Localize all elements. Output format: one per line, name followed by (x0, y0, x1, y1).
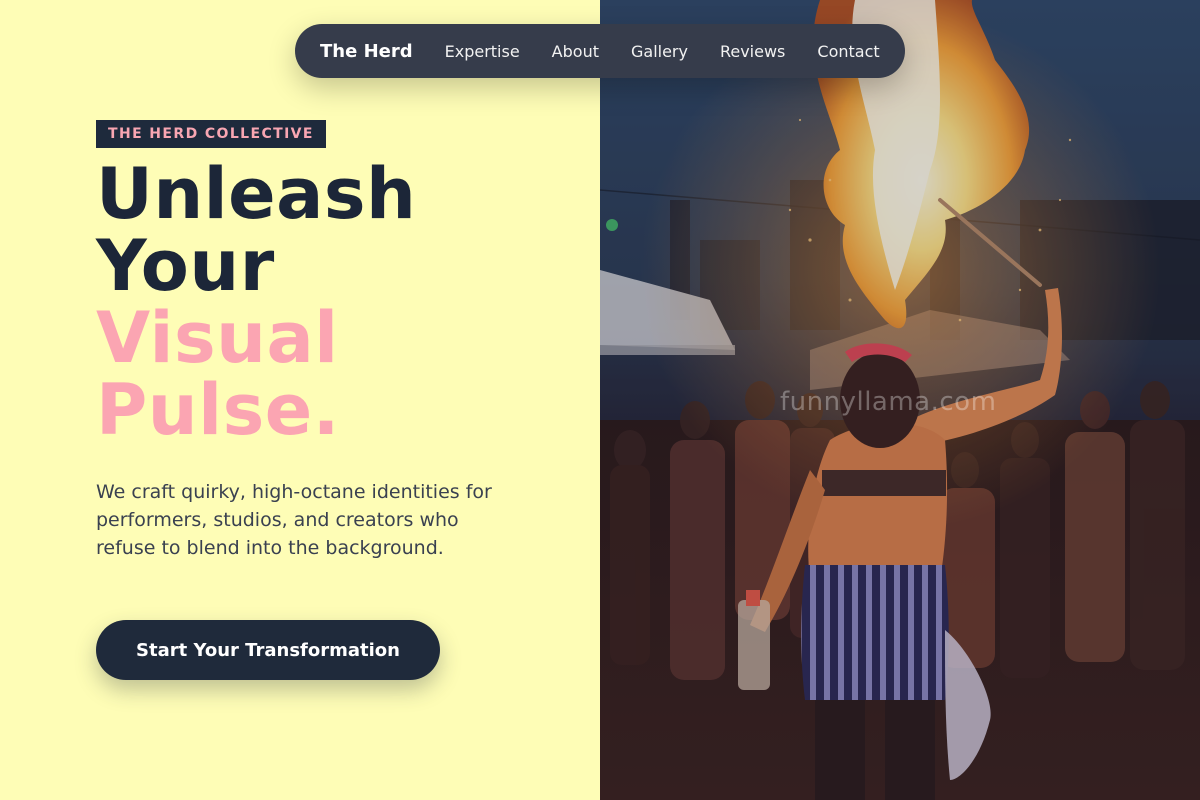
brand-logo-link[interactable]: The Herd (320, 41, 413, 62)
headline-accent-line-2: Pulse. (96, 369, 340, 451)
nav-link-gallery[interactable]: Gallery (631, 42, 688, 61)
headline-line-1: Unleash (96, 153, 417, 235)
image-watermark: funnyllama.com (780, 387, 997, 417)
start-transformation-button[interactable]: Start Your Transformation (96, 620, 440, 680)
hero-subtext: We craft quirky, high-octane identities … (96, 481, 492, 559)
headline-line-2: Your (96, 225, 275, 307)
nav-link-contact[interactable]: Contact (817, 42, 879, 61)
eyebrow-label: THE HERD COLLECTIVE (96, 120, 326, 148)
nav-link-about[interactable]: About (552, 42, 599, 61)
headline-accent-line-1: Visual (96, 297, 339, 379)
nav-link-reviews[interactable]: Reviews (720, 42, 785, 61)
page: THE HERD COLLECTIVE Unleash Your Visual … (0, 0, 1200, 800)
top-navigation: The Herd Expertise About Gallery Reviews… (295, 24, 905, 78)
hero-left-panel: THE HERD COLLECTIVE Unleash Your Visual … (0, 0, 600, 800)
hero-headline: Unleash Your Visual Pulse. (96, 158, 416, 446)
nav-link-expertise[interactable]: Expertise (445, 42, 520, 61)
